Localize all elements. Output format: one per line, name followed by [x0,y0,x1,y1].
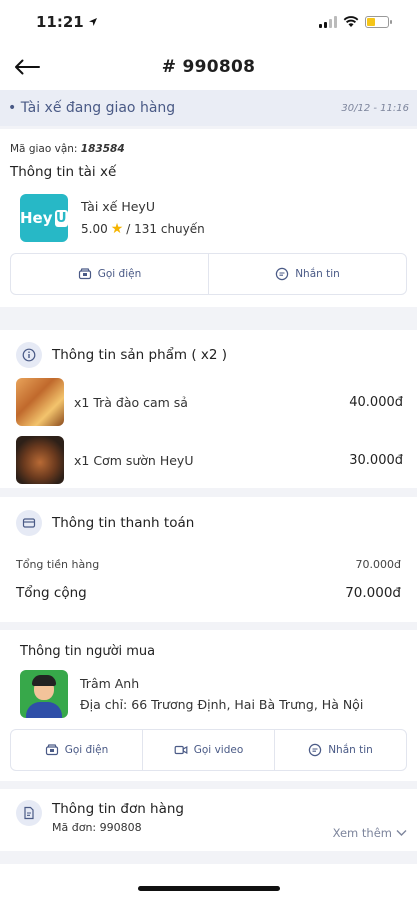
credit-card-icon [16,510,42,536]
delivery-status-label: • Tài xế đang giao hàng [8,100,176,116]
driver-rating: 5.00 ★ / 131 chuyến [81,221,205,237]
home-indicator[interactable] [138,886,280,891]
message-icon [275,267,289,281]
subtotal-value: 70.000đ [355,558,401,571]
chevron-down-icon [396,830,407,836]
total-row: Tổng cộng 70.000đ [16,585,401,601]
buyer-address: Địa chỉ: 66 Trương Định, Hai Bà Trưng, H… [80,697,364,712]
driver-call-button[interactable]: Gọi điện [11,254,208,294]
product-name: x1 Trà đào cam sả [74,394,188,410]
back-arrow-icon [15,59,40,75]
status-time: 11:21 [36,13,84,31]
tracking-code-value: 183584 [80,143,125,155]
subtotal-row: Tổng tiền hàng 70.000đ [16,558,401,571]
product-name: x1 Cơm sườn HeyU [74,452,194,468]
delivery-status-row: • Tài xế đang giao hàng 30/12 - 11:16 [0,90,417,126]
cellular-signal-icon [319,16,337,28]
product-section-title: Thông tin sản phẩm ( x2 ) [52,347,228,363]
payment-section-title: Thông tin thanh toán [52,515,195,531]
battery-icon [365,16,392,28]
video-camera-icon [174,745,188,755]
phone-icon [45,744,58,756]
buyer-card: Thông tin người mua Trâm Anh Địa chỉ: 66… [0,630,417,781]
buyer-contact-buttons: Gọi điện Gọi video Nhắn tin [10,729,407,771]
location-arrow-icon [88,18,97,26]
phone-icon [78,268,91,280]
message-icon [308,743,322,757]
product-item: x1 Cơm sườn HeyU 30.000đ [16,436,407,484]
buyer-call-button[interactable]: Gọi điện [11,730,142,770]
product-image-com-suon [16,436,64,484]
product-image-peach-tea [16,378,64,426]
product-card: Thông tin sản phẩm ( x2 ) x1 Trà đào cam… [0,330,417,488]
order-section-title: Thông tin đơn hàng [52,801,185,817]
driver-message-button[interactable]: Nhắn tin [208,254,406,294]
wifi-icon [343,16,359,27]
star-icon: ★ [110,221,124,237]
heyu-logo: Hey U [20,194,68,242]
see-more-button[interactable]: Xem thêm [333,815,407,851]
payment-card: Thông tin thanh toán Tổng tiền hàng 70.0… [0,497,417,622]
driver-contact-buttons: Gọi điện Nhắn tin [10,253,407,295]
order-info-card[interactable]: Thông tin đơn hàng Mã đơn: 990808 Xem th… [0,789,417,851]
buyer-name: Trâm Anh [80,676,140,691]
buyer-video-call-button[interactable]: Gọi video [142,730,274,770]
order-code: Mã đơn: 990808 [52,821,142,834]
total-value: 70.000đ [345,585,401,601]
top-header: # 990808 [0,44,417,90]
product-item: x1 Trà đào cam sả 40.000đ [16,378,407,426]
driver-section-title: Thông tin tài xế [10,164,117,180]
page-title: # 990808 [161,57,256,77]
buyer-section-title: Thông tin người mua [20,644,156,659]
back-button[interactable] [14,53,44,81]
status-bar: 11:21 [0,0,417,44]
info-icon [16,342,42,368]
product-price: 40.000đ [349,394,403,410]
avatar [20,670,68,718]
tracking-code: Mã giao vận: 183584 [10,143,125,155]
driver-name: Tài xế HeyU [81,199,155,214]
delivery-status-time: 30/12 - 11:16 [341,102,409,114]
product-price: 30.000đ [349,452,403,468]
driver-card: Mã giao vận: 183584 Thông tin tài xế Hey… [0,129,417,307]
buyer-message-button[interactable]: Nhắn tin [274,730,406,770]
document-icon [16,800,42,826]
